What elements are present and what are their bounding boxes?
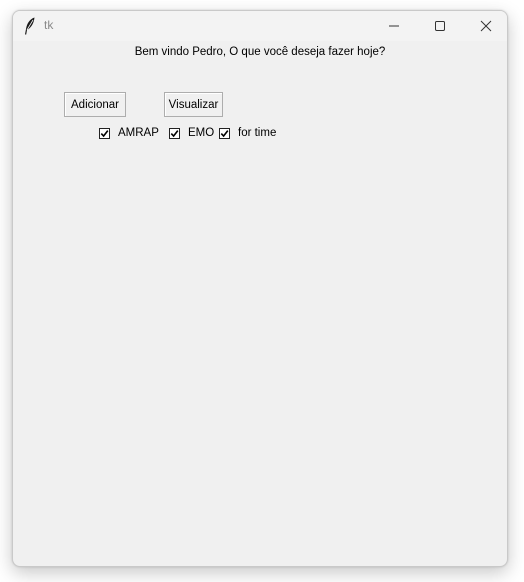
maximize-button[interactable] [417, 11, 463, 41]
checkbox-label: for time [238, 127, 277, 139]
close-button[interactable] [463, 11, 507, 41]
close-icon [480, 20, 492, 32]
greeting-label: Bem vindo Pedro, O que você deseja fazer… [134, 46, 386, 58]
checkbox-box[interactable] [219, 127, 230, 139]
checkbox-label: AMRAP [118, 127, 159, 139]
maximize-icon [435, 21, 445, 31]
minimize-button[interactable] [371, 11, 417, 41]
feather-icon [25, 17, 35, 35]
checkbox-box[interactable] [99, 127, 110, 139]
checkbox-label: EMO [188, 127, 215, 139]
checkmark-icon [100, 129, 109, 137]
checkmark-icon [170, 129, 179, 137]
minimize-icon [389, 25, 399, 27]
view-button[interactable]: Visualizar [164, 92, 223, 117]
app-window: tk Bem vindo Pedro, O que você deseja fa… [12, 10, 508, 567]
title-bar[interactable]: tk [13, 11, 507, 41]
amrap-checkbox[interactable]: AMRAP [99, 127, 159, 139]
window-title: tk [44, 18, 54, 32]
add-button[interactable]: Adicionar [64, 92, 126, 117]
desktop: tk Bem vindo Pedro, O que você deseja fa… [0, 0, 524, 582]
emo-checkbox[interactable]: EMO [169, 127, 214, 139]
checkbox-box[interactable] [169, 127, 180, 139]
checkmark-icon [220, 129, 229, 137]
for-time-checkbox[interactable]: for time [219, 127, 276, 139]
